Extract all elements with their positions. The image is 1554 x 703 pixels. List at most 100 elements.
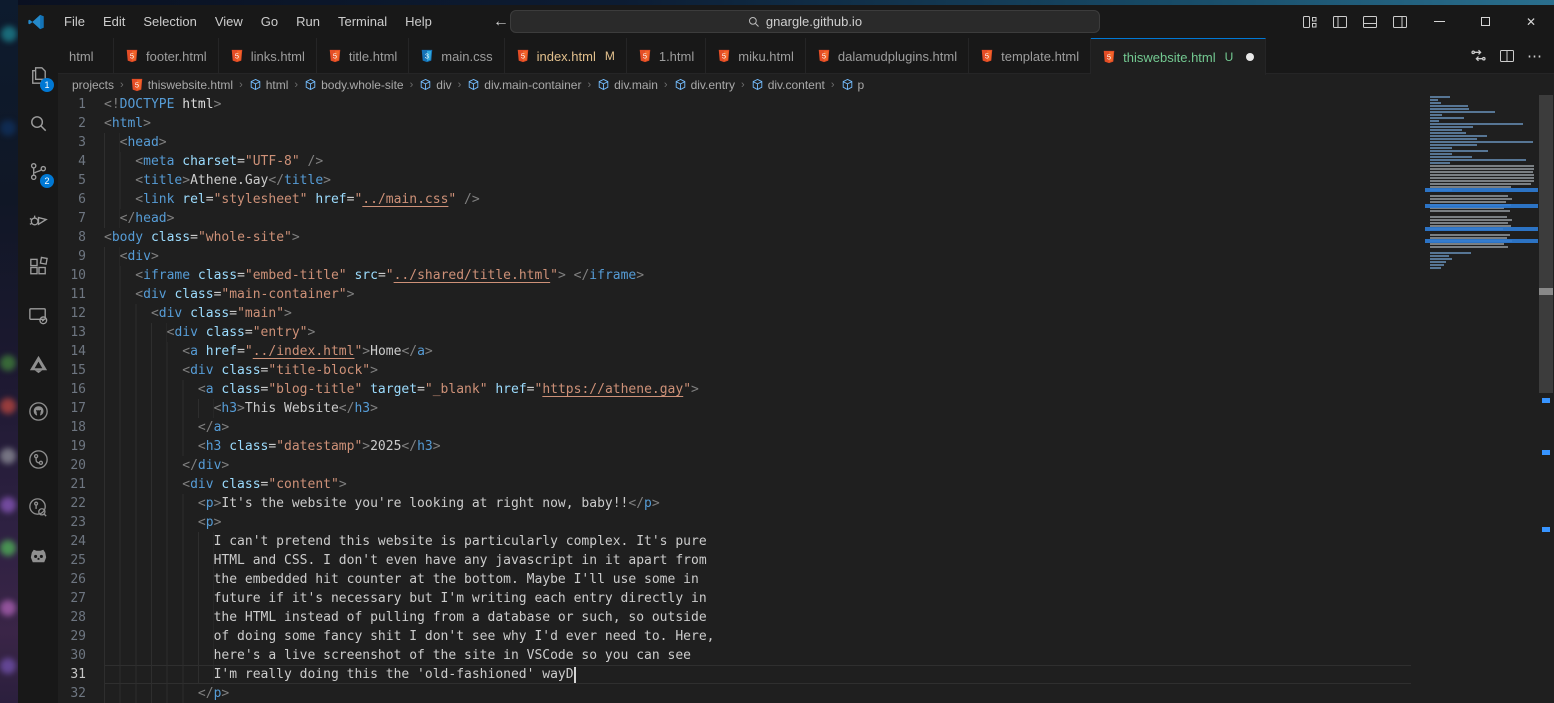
code-line-7[interactable]: 7</head>: [58, 209, 1498, 228]
code-line-12[interactable]: 12<div class="main">: [58, 304, 1498, 323]
toggle-primary-sidebar-icon[interactable]: [1332, 14, 1348, 30]
code-line-16[interactable]: 16<a class="blog-title" target="_blank" …: [58, 380, 1498, 399]
unsaved-dot-icon[interactable]: [1246, 53, 1254, 61]
code-line-21[interactable]: 21<div class="content">: [58, 475, 1498, 494]
back-arrow-icon[interactable]: ←: [493, 13, 509, 31]
code-line-29[interactable]: 29of doing some fancy shit I don't see w…: [58, 627, 1498, 646]
menu-help[interactable]: Help: [396, 10, 441, 33]
breadcrumb-item-div-main-container[interactable]: div.main-container: [467, 78, 581, 92]
chevron-right-icon: ›: [294, 79, 298, 91]
sidebar-item-explorer[interactable]: 1: [18, 51, 58, 99]
code-line-30[interactable]: 30here's a live screenshot of the site i…: [58, 646, 1498, 665]
code-token: class: [221, 361, 260, 380]
code-line-11[interactable]: 11<div class="main-container">: [58, 285, 1498, 304]
breadcrumb-item-div-main[interactable]: div.main: [597, 78, 658, 92]
code-line-13[interactable]: 13<div class="entry">: [58, 323, 1498, 342]
code-line-24[interactable]: 24I can't pretend this website is partic…: [58, 532, 1498, 551]
more-actions-icon[interactable]: ⋯: [1527, 47, 1542, 65]
tab-miku-html[interactable]: 5miku.html: [706, 38, 806, 74]
chevron-right-icon: ›: [741, 79, 745, 91]
tab-title-html[interactable]: 5title.html: [317, 38, 409, 74]
minimap[interactable]: [1425, 95, 1538, 703]
tab-html[interactable]: html: [58, 38, 114, 74]
menu-view[interactable]: View: [206, 10, 252, 33]
breadcrumb-item-projects[interactable]: projects: [72, 78, 114, 92]
indent-guides: [104, 627, 214, 646]
sidebar-item-git-graph[interactable]: [18, 435, 58, 483]
code-line-18[interactable]: 18</a>: [58, 418, 1498, 437]
code-line-17[interactable]: 17<h3>This Website</h3>: [58, 399, 1498, 418]
minimize-button[interactable]: [1416, 5, 1462, 38]
code-line-10[interactable]: 10<iframe class="embed-title" src="../sh…: [58, 266, 1498, 285]
customize-layout-icon[interactable]: [1302, 14, 1318, 30]
tab-footer-html[interactable]: 5footer.html: [114, 38, 219, 74]
sidebar-item-extensions[interactable]: [18, 243, 58, 291]
close-button[interactable]: ✕: [1508, 5, 1554, 38]
menu-terminal[interactable]: Terminal: [329, 10, 396, 33]
code-line-26[interactable]: 26the embedded hit counter at the bottom…: [58, 570, 1498, 589]
code-token: ../shared/title.html: [394, 266, 551, 285]
tab-1-html[interactable]: 51.html: [627, 38, 706, 74]
breadcrumb-item-div-entry[interactable]: div.entry: [674, 78, 735, 92]
code-line-25[interactable]: 25HTML and CSS. I don't even have any ja…: [58, 551, 1498, 570]
code-line-19[interactable]: 19<h3 class="datestamp">2025</h3>: [58, 437, 1498, 456]
tab-links-html[interactable]: 5links.html: [219, 38, 317, 74]
code-token: =: [245, 323, 253, 342]
tab-template-html[interactable]: 5template.html: [969, 38, 1091, 74]
code-line-22[interactable]: 22<p>It's the website you're looking at …: [58, 494, 1498, 513]
sidebar-item-search[interactable]: [18, 99, 58, 147]
breadcrumb-item-p[interactable]: p: [841, 78, 865, 92]
sidebar-item-godot-tools[interactable]: [18, 531, 58, 579]
toggle-panel-icon[interactable]: [1362, 14, 1378, 30]
scrollbar-thumb[interactable]: [1539, 95, 1553, 393]
tab-main-css[interactable]: 3main.css: [409, 38, 504, 74]
code-line-3[interactable]: 3<head>: [58, 133, 1498, 152]
code-line-2[interactable]: 2<html>: [58, 114, 1498, 133]
code-line-27[interactable]: 27future if it's necessary but I'm writi…: [58, 589, 1498, 608]
breadcrumb-item-div-content[interactable]: div.content: [751, 78, 825, 92]
menu-go[interactable]: Go: [252, 10, 287, 33]
sidebar-item-remote-explorer[interactable]: [18, 291, 58, 339]
code-lines[interactable]: 1<!DOCTYPE html>2<html>3<head>4<meta cha…: [58, 95, 1498, 703]
command-center-search[interactable]: gnargle.github.io: [510, 10, 1100, 33]
code-line-31[interactable]: 31I'm really doing this the 'old-fashion…: [58, 665, 1498, 684]
maximize-button[interactable]: [1462, 5, 1508, 38]
tab-index-html[interactable]: 5index.htmlM: [505, 38, 627, 74]
code-line-5[interactable]: 5<title>Athene.Gay</title>: [58, 171, 1498, 190]
code-line-15[interactable]: 15<div class="title-block">: [58, 361, 1498, 380]
breadcrumb-label: div.content: [768, 78, 825, 92]
split-editor-icon[interactable]: [1499, 48, 1515, 64]
menu-run[interactable]: Run: [287, 10, 329, 33]
open-changes-icon[interactable]: [1470, 47, 1487, 64]
menu-edit[interactable]: Edit: [94, 10, 134, 33]
code-editor[interactable]: 1<!DOCTYPE html>2<html>3<head>4<meta cha…: [58, 95, 1554, 703]
line-content: the embedded hit counter at the bottom. …: [104, 570, 1498, 589]
code-line-6[interactable]: 6<link rel="stylesheet" href="../main.cs…: [58, 190, 1498, 209]
sidebar-item-source-control[interactable]: 2: [18, 147, 58, 195]
code-line-28[interactable]: 28the HTML instead of pulling from a dat…: [58, 608, 1498, 627]
sidebar-item-gitlens[interactable]: [18, 483, 58, 531]
indent-guides: [104, 418, 198, 437]
sidebar-item-github[interactable]: [18, 387, 58, 435]
breadcrumb-item-div[interactable]: div: [419, 78, 451, 92]
breadcrumb-item-html[interactable]: html: [249, 78, 289, 92]
menu-file[interactable]: File: [55, 10, 94, 33]
breadcrumb-item-thiswebsite-html[interactable]: 5thiswebsite.html: [130, 78, 233, 92]
code-token: HTML and CSS. I don't even have any java…: [214, 551, 707, 570]
code-line-4[interactable]: 4<meta charset="UTF-8" />: [58, 152, 1498, 171]
code-line-20[interactable]: 20</div>: [58, 456, 1498, 475]
sidebar-item-triangle-logo[interactable]: [18, 339, 58, 387]
code-line-14[interactable]: 14<a href="../index.html">Home</a>: [58, 342, 1498, 361]
breadcrumb-item-body-whole-site[interactable]: body.whole-site: [304, 78, 404, 92]
sidebar-item-run-debug[interactable]: [18, 195, 58, 243]
toggle-secondary-sidebar-icon[interactable]: [1392, 14, 1408, 30]
menu-selection[interactable]: Selection: [134, 10, 205, 33]
code-line-23[interactable]: 23<p>: [58, 513, 1498, 532]
code-line-32[interactable]: 32</p>: [58, 684, 1498, 703]
vertical-scrollbar[interactable]: [1538, 95, 1554, 703]
code-line-8[interactable]: 8<body class="whole-site">: [58, 228, 1498, 247]
tab-dalamudplugins-html[interactable]: 5dalamudplugins.html: [806, 38, 969, 74]
code-line-9[interactable]: 9<div>: [58, 247, 1498, 266]
tab-thiswebsite-html[interactable]: 5thiswebsite.htmlU: [1091, 38, 1266, 75]
code-line-1[interactable]: 1<!DOCTYPE html>: [58, 95, 1498, 114]
